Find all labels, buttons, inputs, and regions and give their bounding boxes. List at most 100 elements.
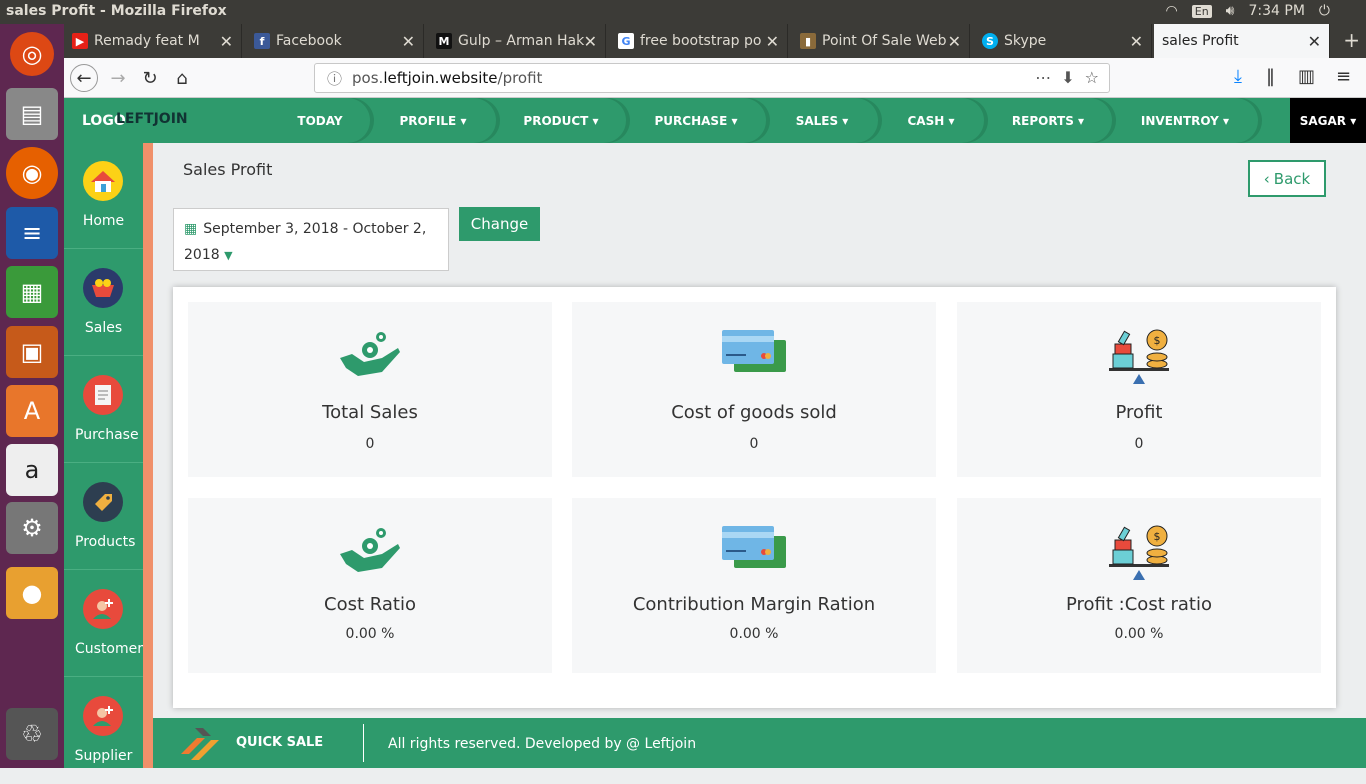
keyboard-layout[interactable]: En	[1191, 4, 1212, 18]
tab-google[interactable]: G free bootstrap po ✕	[610, 24, 788, 58]
info-icon[interactable]: ⓘ	[327, 68, 342, 89]
stat-card-cogs: Cost of goods sold 0	[572, 302, 936, 477]
close-icon[interactable]: ✕	[584, 32, 597, 51]
nav-cash[interactable]: CASH ▾	[878, 98, 984, 143]
stat-card-contribution-margin: Contribution Margin Ration 0.00 %	[572, 498, 936, 673]
nav-label: CASH	[907, 113, 945, 128]
user-menu[interactable]: SAGAR ▾	[1290, 98, 1366, 143]
firefox-icon[interactable]: ◉	[6, 147, 58, 199]
youtube-icon: ▶	[72, 33, 88, 49]
stats-panel: Total Sales 0 Cost of goods sold 0 $ Pro…	[173, 287, 1336, 708]
stat-value: 0	[1134, 436, 1144, 452]
clock[interactable]: 7:34 PM	[1249, 3, 1305, 19]
stat-card-cost-ratio: Cost Ratio 0.00 %	[188, 498, 552, 673]
nav-label: PURCHASE	[654, 113, 728, 128]
ubuntu-dash-icon[interactable]: ◎	[10, 32, 54, 76]
add-user-icon	[83, 696, 123, 736]
writer-icon[interactable]: ≡	[6, 207, 58, 259]
stat-card-total-sales: Total Sales 0	[188, 302, 552, 477]
sidebar-item-home[interactable]: Home	[64, 143, 143, 249]
more-icon[interactable]: ⋯	[1035, 68, 1051, 87]
nav-profile[interactable]: PROFILE ▾	[370, 98, 496, 143]
files-icon[interactable]: ▤	[6, 88, 58, 140]
user-name: SAGAR	[1299, 113, 1347, 128]
sidebar-item-sales[interactable]: Sales	[64, 250, 143, 356]
new-tab-icon[interactable]: +	[1343, 28, 1360, 52]
library-icon[interactable]: ‖	[1266, 66, 1275, 87]
sidebar-label: Sales	[84, 320, 123, 336]
volume-icon[interactable]: 🔊︎	[1226, 3, 1235, 19]
tab-sales-profit[interactable]: sales Profit ✕	[1154, 24, 1330, 58]
google-icon: G	[618, 33, 634, 49]
stat-value: 0	[365, 436, 375, 452]
nav-purchase[interactable]: PURCHASE ▾	[626, 98, 766, 143]
document-icon	[83, 375, 123, 415]
sidebar-item-supplier[interactable]: Supplier	[64, 678, 143, 784]
tab-pos[interactable]: ▮ Point Of Sale Web ✕	[792, 24, 970, 58]
calc-icon[interactable]: ▦	[6, 266, 58, 318]
reload-icon[interactable]: ↻	[136, 64, 164, 92]
nav-label: INVENTROY	[1140, 113, 1219, 128]
stat-value: 0.00 %	[1114, 626, 1164, 642]
house-icon	[83, 161, 123, 201]
tab-skype[interactable]: S Skype ✕	[974, 24, 1152, 58]
logo[interactable]: LOGO LEFTJOIN	[82, 111, 188, 129]
trash-icon[interactable]: ♲	[6, 708, 58, 760]
back-button[interactable]: ‹ Back	[1248, 160, 1326, 197]
sidebar-item-purchase[interactable]: Purchase	[64, 357, 143, 463]
forward-arrow-icon[interactable]: →	[104, 64, 132, 92]
bookmark-star-icon[interactable]: ☆	[1085, 68, 1099, 87]
facebook-icon: f	[254, 33, 270, 49]
amazon-icon[interactable]: a	[6, 444, 58, 496]
back-arrow-icon[interactable]: ←	[70, 64, 98, 92]
sidebar-item-products[interactable]: Products	[64, 464, 143, 570]
credit-cards-icon	[722, 526, 786, 568]
home-icon[interactable]: ⌂	[168, 64, 196, 92]
change-button[interactable]: Change	[459, 207, 540, 241]
nav-reports[interactable]: REPORTS ▾	[984, 98, 1112, 143]
sidebar-icon[interactable]: ▥	[1298, 66, 1315, 87]
nav-product[interactable]: PRODUCT ▾	[496, 98, 626, 143]
sidebar-item-customer[interactable]: Customer	[64, 571, 143, 677]
sidebar-label: Customer	[75, 641, 144, 657]
tab-facebook[interactable]: f Facebook ✕	[246, 24, 424, 58]
pocket-icon[interactable]: ⬇	[1061, 68, 1074, 87]
tab-label: Facebook	[276, 33, 342, 49]
close-icon[interactable]: ✕	[948, 32, 961, 51]
nav-inventory[interactable]: INVENTROY ▾	[1112, 98, 1258, 143]
impress-icon[interactable]: ▣	[6, 326, 58, 378]
date-range-picker[interactable]: ▦ September 3, 2018 - October 2, 2018 ▼	[173, 208, 449, 271]
chevron-left-icon: ‹	[1263, 169, 1270, 188]
tab-youtube[interactable]: ▶ Remady feat M ✕	[64, 24, 242, 58]
close-icon[interactable]: ✕	[766, 32, 779, 51]
tab-label: Gulp – Arman Hak	[458, 33, 585, 49]
software-center-icon[interactable]: A	[6, 385, 58, 437]
downloads-icon[interactable]: ⤓	[1234, 66, 1242, 87]
stat-card-profit: $ Profit 0	[957, 302, 1321, 477]
medium-icon: M	[436, 33, 452, 49]
close-icon[interactable]: ✕	[402, 32, 415, 51]
power-icon[interactable]: ⏻	[1319, 3, 1330, 19]
system-tray[interactable]: ◠ En 🔊︎ 7:34 PM ⏻	[1166, 3, 1330, 19]
caret-down-icon: ▼	[224, 249, 233, 262]
footer-divider	[363, 724, 364, 762]
os-top-bar: sales Profit - Mozilla Firefox ◠ En 🔊︎ 7…	[0, 0, 1366, 24]
sidebar-label: Purchase	[75, 427, 139, 443]
menu-icon[interactable]: ≡	[1336, 66, 1351, 87]
nav-sales[interactable]: SALES ▾	[766, 98, 878, 143]
url-bar[interactable]: ⓘ pos. leftjoin.website/profit ⋯ ⬇ ☆	[314, 63, 1110, 93]
stat-title: Cost of goods sold	[671, 402, 837, 423]
bookmark-icon: ▮	[800, 33, 816, 49]
tab-gulp[interactable]: M Gulp – Arman Hak ✕	[428, 24, 606, 58]
stat-value: 0.00 %	[729, 626, 779, 642]
svg-text:$: $	[1154, 334, 1161, 347]
close-icon[interactable]: ✕	[1130, 32, 1143, 51]
nav-today[interactable]: TODAY	[270, 98, 370, 143]
chrome-icon[interactable]: ●	[6, 567, 58, 619]
settings-icon[interactable]: ⚙	[6, 502, 58, 554]
close-icon[interactable]: ✕	[220, 32, 233, 51]
stat-value: 0.00 %	[345, 626, 395, 642]
stat-title: Profit	[1115, 402, 1163, 423]
close-icon[interactable]: ✕	[1308, 32, 1321, 51]
wifi-icon[interactable]: ◠	[1166, 3, 1178, 19]
